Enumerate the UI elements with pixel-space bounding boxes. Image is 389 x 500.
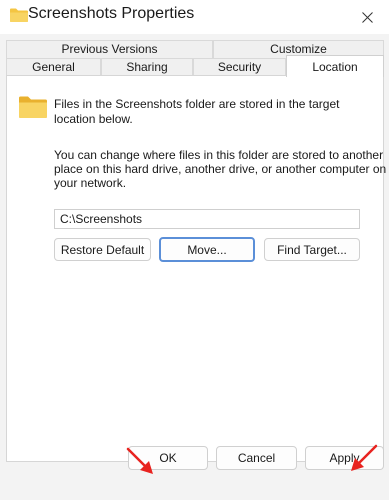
- location-tab-panel: [6, 75, 384, 462]
- close-icon: [361, 11, 373, 23]
- tab-previous-versions[interactable]: Previous Versions: [6, 40, 213, 58]
- cancel-button[interactable]: Cancel: [216, 446, 297, 470]
- tab-sharing[interactable]: Sharing: [101, 58, 193, 76]
- arrow-annotation-ok: [126, 447, 153, 474]
- tab-general[interactable]: General: [6, 58, 101, 76]
- tab-security[interactable]: Security: [193, 58, 286, 76]
- description-line2: place on this hard drive, another drive,…: [54, 162, 387, 176]
- restore-default-button[interactable]: Restore Default: [54, 238, 151, 261]
- info-text-line2: location below.: [54, 112, 133, 126]
- find-target-button[interactable]: Find Target...: [264, 238, 360, 261]
- window-title: Screenshots Properties: [28, 5, 195, 22]
- tab-location[interactable]: Location: [286, 55, 384, 77]
- description-line1: You can change where files in this folde…: [54, 148, 384, 162]
- title-bar: Screenshots Properties: [0, 0, 389, 34]
- arrow-annotation-apply: [351, 444, 378, 471]
- location-path-input[interactable]: [54, 209, 360, 229]
- folder-icon: [19, 96, 47, 118]
- close-button[interactable]: [345, 0, 389, 34]
- info-text-line1: Files in the Screenshots folder are stor…: [54, 97, 340, 111]
- description-line3: your network.: [54, 176, 127, 190]
- move-button[interactable]: Move...: [159, 237, 255, 262]
- folder-icon: [10, 8, 28, 22]
